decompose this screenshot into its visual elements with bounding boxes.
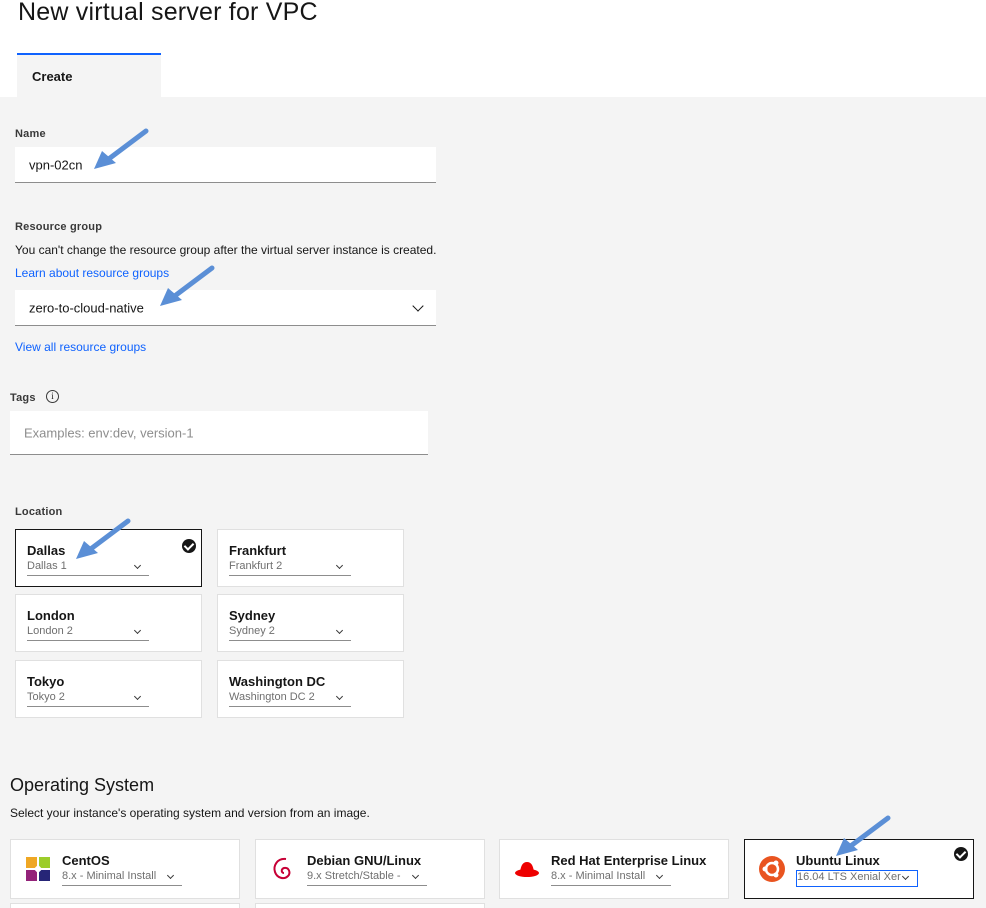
os-tile-redhat[interactable]: Red Hat Enterprise Linux 8.x - Minimal I… <box>499 839 729 899</box>
view-all-resource-groups-link[interactable]: View all resource groups <box>15 340 146 354</box>
chevron-down-icon <box>901 872 910 881</box>
chevron-down-icon <box>335 692 344 701</box>
tags-label: Tags <box>10 392 36 404</box>
location-city: Sydney <box>229 608 276 623</box>
os-tile-next-row <box>10 903 240 908</box>
chevron-down-icon <box>166 871 175 880</box>
os-version-select[interactable]: 8.x - Minimal Install <box>62 870 182 886</box>
tab-label: Create <box>32 69 73 84</box>
location-city: Dallas <box>27 543 66 558</box>
name-value: vpn-02cn <box>29 157 83 172</box>
page-title: New virtual server for VPC <box>18 0 318 26</box>
location-tile-washington-dc[interactable]: Washington DC Washington DC 2 <box>217 660 404 718</box>
info-icon[interactable]: i <box>46 390 59 403</box>
location-city: London <box>27 608 75 623</box>
resource-group-value: zero-to-cloud-native <box>29 300 144 315</box>
zone-select[interactable]: Frankfurt 2 <box>229 560 351 576</box>
os-name: CentOS <box>62 853 110 868</box>
chevron-down-icon <box>133 692 142 701</box>
location-tile-london[interactable]: London London 2 <box>15 594 202 652</box>
os-section-title: Operating System <box>10 775 155 795</box>
chevron-down-icon <box>133 561 142 570</box>
tags-placeholder: Examples: env:dev, version-1 <box>24 425 194 440</box>
chevron-down-icon <box>412 299 424 312</box>
chevron-down-icon <box>335 626 344 635</box>
os-tile-debian[interactable]: Debian GNU/Linux 9.x Stretch/Stable - <box>255 839 485 899</box>
os-version-select[interactable]: 9.x Stretch/Stable - <box>307 870 427 886</box>
name-input[interactable]: vpn-02cn <box>15 147 436 183</box>
header-area: New virtual server for VPC Create <box>0 0 986 97</box>
redhat-icon <box>515 862 539 877</box>
checkmark-icon <box>182 539 196 553</box>
tab-create[interactable]: Create <box>17 53 161 97</box>
location-tile-frankfurt[interactable]: Frankfurt Frankfurt 2 <box>217 529 404 587</box>
chevron-down-icon <box>335 561 344 570</box>
resource-group-label: Resource group <box>15 221 103 233</box>
ubuntu-icon <box>759 856 785 882</box>
resource-group-select[interactable]: zero-to-cloud-native <box>15 290 436 326</box>
centos-icon <box>26 857 50 881</box>
os-tile-next-row <box>255 903 485 908</box>
checkmark-icon <box>954 847 968 861</box>
zone-select[interactable]: Washington DC 2 <box>229 691 351 707</box>
os-version-select[interactable]: 16.04 LTS Xenial Xer <box>796 870 918 887</box>
chevron-down-icon <box>411 871 420 880</box>
zone-select[interactable]: London 2 <box>27 625 149 641</box>
name-label: Name <box>15 128 46 140</box>
annotation-arrow-icon <box>94 128 149 169</box>
location-label: Location <box>15 506 63 518</box>
annotation-arrow-icon <box>76 518 131 559</box>
annotation-arrow-icon <box>160 265 215 306</box>
os-tile-centos[interactable]: CentOS 8.x - Minimal Install <box>10 839 240 899</box>
os-version-select[interactable]: 8.x - Minimal Install <box>551 870 671 886</box>
annotation-arrow-icon <box>836 815 891 856</box>
learn-resource-groups-link[interactable]: Learn about resource groups <box>15 266 169 280</box>
chevron-down-icon <box>655 871 664 880</box>
os-description: Select your instance's operating system … <box>10 806 370 820</box>
location-tile-sydney[interactable]: Sydney Sydney 2 <box>217 594 404 652</box>
location-city: Frankfurt <box>229 543 287 558</box>
debian-icon <box>273 857 291 880</box>
resource-group-description: You can't change the resource group afte… <box>15 243 437 257</box>
tags-input[interactable]: Examples: env:dev, version-1 <box>10 411 428 455</box>
zone-select[interactable]: Sydney 2 <box>229 625 351 641</box>
location-city: Tokyo <box>27 674 65 689</box>
chevron-down-icon <box>133 626 142 635</box>
location-tile-tokyo[interactable]: Tokyo Tokyo 2 <box>15 660 202 718</box>
os-name: Red Hat Enterprise Linux <box>551 853 707 868</box>
location-city: Washington DC <box>229 674 326 689</box>
os-name: Debian GNU/Linux <box>307 853 422 868</box>
zone-select[interactable]: Tokyo 2 <box>27 691 149 707</box>
